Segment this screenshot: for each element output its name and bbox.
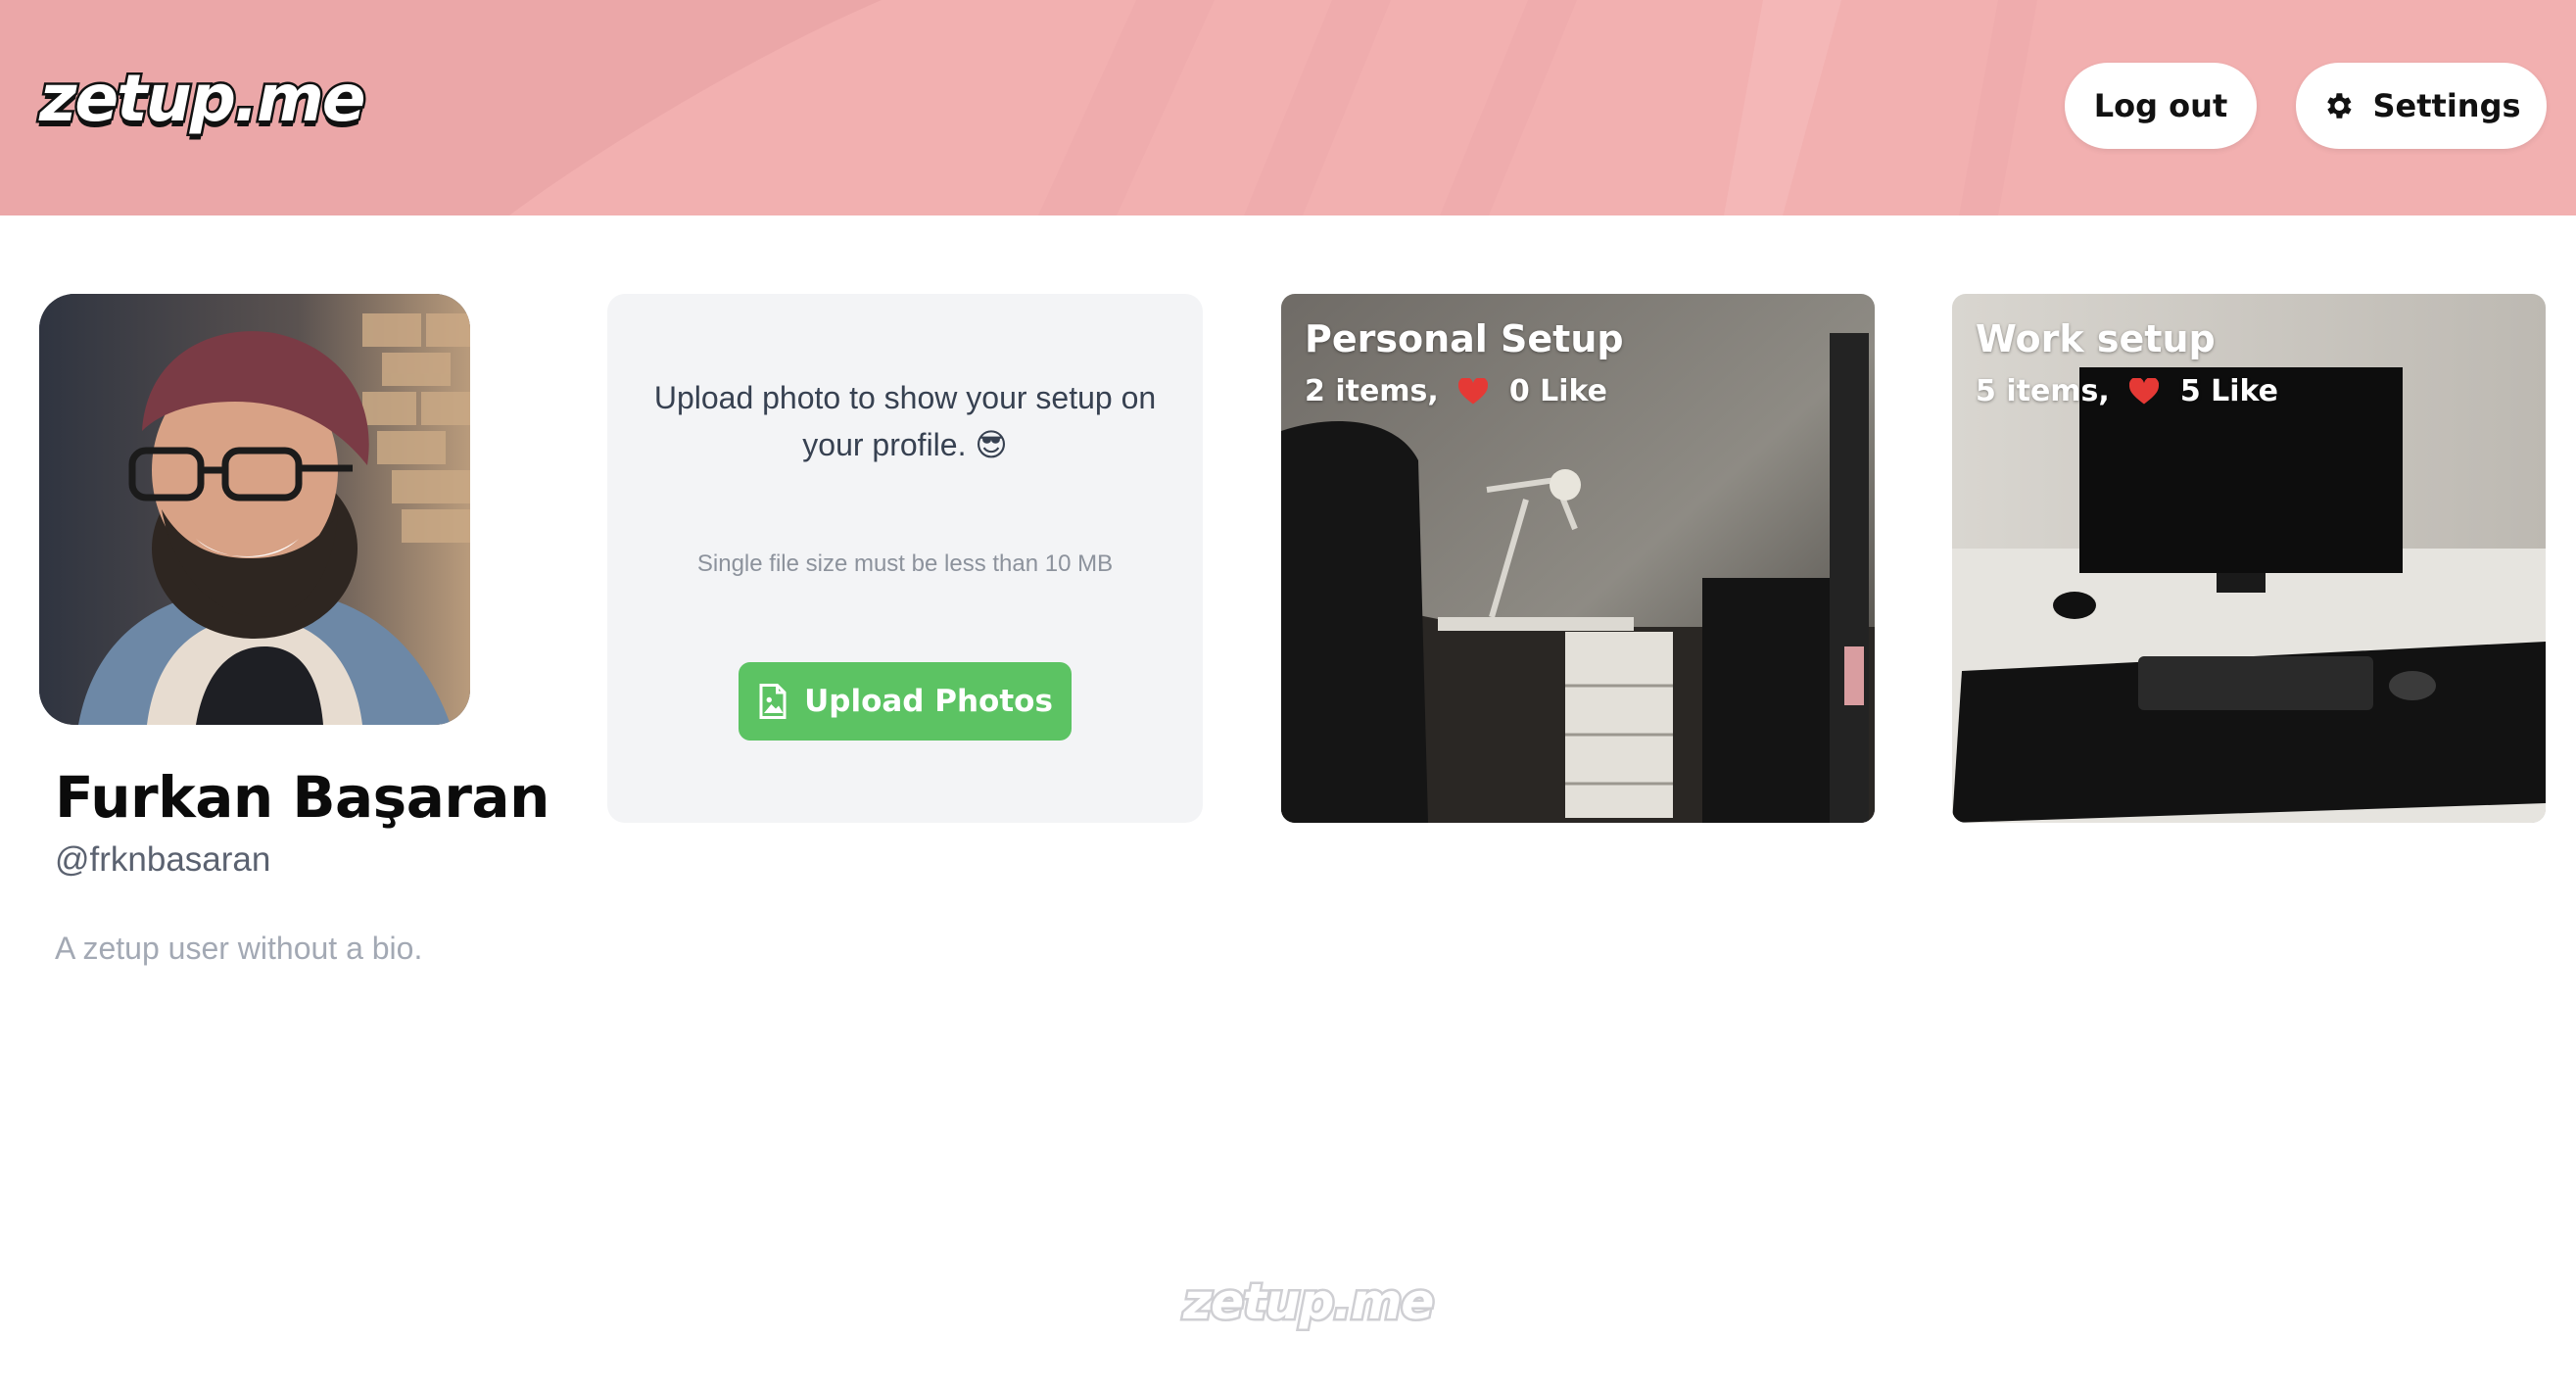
setup-photo bbox=[1952, 294, 2546, 823]
logout-label: Log out bbox=[2093, 87, 2228, 124]
setup-likes-count: 0 Like bbox=[1508, 374, 1608, 408]
profile-handle: @frknbasaran bbox=[55, 840, 271, 879]
setup-items-count: 2 items, bbox=[1305, 374, 1439, 408]
profile-bio: A zetup user without a bio. bbox=[55, 931, 423, 966]
settings-button[interactable]: Settings bbox=[2296, 63, 2547, 149]
site-header: zetup.me Log out Settings bbox=[0, 0, 2576, 215]
setup-photo bbox=[1281, 294, 1875, 823]
site-logo[interactable]: zetup.me bbox=[37, 59, 369, 139]
logout-button[interactable]: Log out bbox=[2065, 63, 2257, 149]
setup-title: Personal Setup bbox=[1305, 317, 1624, 360]
setup-title: Work setup bbox=[1976, 317, 2216, 360]
settings-label: Settings bbox=[2372, 87, 2521, 124]
profile-name: Furkan Başaran bbox=[55, 764, 549, 831]
upload-photos-label: Upload Photos bbox=[804, 684, 1053, 719]
upload-card: Upload photo to show your setup on your … bbox=[607, 294, 1203, 823]
setup-card-personal[interactable]: Personal Setup 2 items, 0 Like bbox=[1281, 294, 1875, 823]
heart-icon bbox=[1457, 377, 1488, 404]
heart-icon bbox=[2128, 377, 2159, 404]
upload-message: Upload photo to show your setup on your … bbox=[653, 380, 1157, 462]
avatar-photo bbox=[39, 294, 470, 725]
footer-logo[interactable]: zetup.me bbox=[1180, 1271, 1436, 1333]
setup-card-work[interactable]: Work setup 5 items, 5 Like bbox=[1952, 294, 2546, 823]
gear-icon bbox=[2327, 93, 2353, 119]
image-file-icon bbox=[759, 684, 787, 719]
setup-meta: 2 items, 0 Like bbox=[1305, 374, 1607, 408]
setup-items-count: 5 items, bbox=[1976, 374, 2110, 408]
upload-photos-button[interactable]: Upload Photos bbox=[739, 662, 1072, 741]
setup-meta: 5 items, 5 Like bbox=[1976, 374, 2278, 408]
avatar bbox=[39, 294, 470, 725]
upload-size-note: Single file size must be less than 10 MB bbox=[696, 550, 1114, 577]
setup-likes-count: 5 Like bbox=[2179, 374, 2279, 408]
